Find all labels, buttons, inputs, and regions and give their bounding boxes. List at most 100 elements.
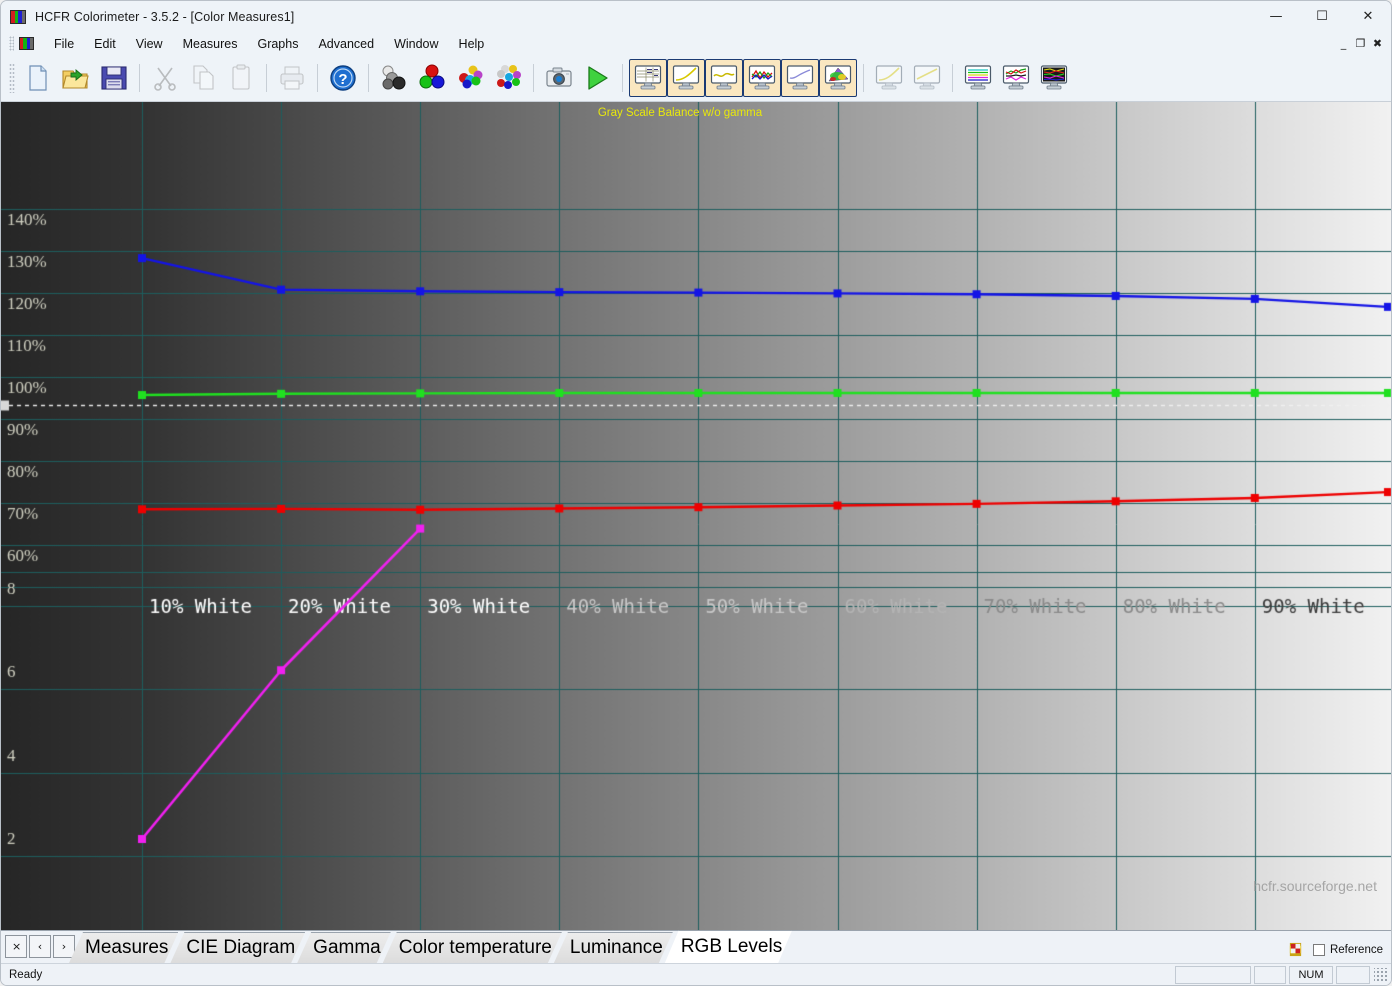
monitor-luminance-icon (786, 65, 814, 90)
toolbar-separator (533, 64, 534, 92)
primaries-measure-button[interactable] (413, 59, 451, 97)
mdi-minimize-button[interactable]: _ (1336, 34, 1351, 54)
tab-label: Measures (85, 937, 169, 958)
help-question-icon: ? (330, 65, 356, 91)
view-gamma-button[interactable] (667, 59, 705, 97)
maximize-button[interactable]: ☐ (1299, 1, 1345, 32)
view-measures-button[interactable] (629, 59, 667, 97)
cut-button (146, 59, 184, 97)
tab-navigation: × ‹ › (5, 933, 77, 960)
graph-luminance-button[interactable] (908, 59, 946, 97)
menu-item-advanced[interactable]: Advanced (308, 35, 384, 53)
continuous-measure-button[interactable] (578, 59, 616, 97)
resize-grip[interactable] (1374, 967, 1388, 982)
tab-label: CIE Diagram (186, 937, 296, 958)
status-pane-2 (1254, 965, 1286, 984)
new-document-icon (29, 65, 47, 91)
menu-item-edit[interactable]: Edit (84, 35, 126, 53)
new-document-button[interactable] (19, 59, 57, 97)
menu-item-measures[interactable]: Measures (173, 35, 248, 53)
tab-prev-button[interactable]: ‹ (29, 935, 51, 958)
menu-grip-handle[interactable] (9, 36, 14, 51)
grayscale-spheres-icon (382, 65, 406, 90)
svg-text:?: ? (338, 71, 347, 88)
toolbar-separator (863, 64, 864, 92)
window-controls: — ☐ ✕ (1253, 1, 1391, 32)
monitor-yellow-curve-icon (875, 65, 903, 90)
copy-button (184, 59, 222, 97)
tab-label: Luminance (569, 937, 663, 958)
monitor-rgb-dense-icon (1040, 65, 1068, 90)
tab-label: RGB Levels (680, 936, 783, 957)
reference-checkbox-box[interactable] (1312, 943, 1325, 956)
view-color-temp-button[interactable] (705, 59, 743, 97)
menu-item-file[interactable]: File (44, 35, 84, 53)
tab-cie-diagram[interactable]: CIE Diagram (170, 932, 305, 963)
menu-item-help[interactable]: Help (449, 35, 495, 53)
menu-bar: File Edit View Measures Graphs Advanced … (1, 32, 1391, 55)
menu-item-view[interactable]: View (126, 35, 173, 53)
saturation-measure-button[interactable] (451, 59, 489, 97)
mdi-restore-button[interactable]: ❐ (1353, 34, 1368, 54)
tab-list: Measures CIE Diagram Gamma Color temperatur… (77, 930, 792, 963)
application-window: HCFR Colorimeter - 3.5.2 - [Color Measur… (0, 0, 1392, 986)
play-triangle-icon (588, 66, 608, 90)
toolbar-grip-handle[interactable] (9, 63, 15, 93)
mdi-child-controls: _ ❐ ✖ (1336, 34, 1391, 54)
status-message: Ready (9, 968, 43, 981)
close-button[interactable]: ✕ (1345, 1, 1391, 32)
spain-flag-icon (1289, 942, 1302, 957)
reference-checkbox[interactable]: Reference (1312, 943, 1383, 956)
saturation-spheres-icon (459, 65, 483, 89)
main-toolbar: ? (1, 55, 1391, 102)
toolbar-separator (622, 64, 623, 92)
monitor-yellow-line-icon (913, 65, 941, 90)
menu-item-graphs[interactable]: Graphs (247, 35, 308, 53)
paste-button (222, 59, 260, 97)
tab-next-button[interactable]: › (53, 935, 75, 958)
status-pane-4 (1336, 965, 1370, 984)
tab-gamma[interactable]: Gamma (297, 932, 391, 963)
monitor-curve-icon (672, 65, 700, 90)
title-bar: HCFR Colorimeter - 3.5.2 - [Color Measur… (1, 1, 1391, 32)
full-measure-button[interactable] (489, 59, 527, 97)
save-file-button[interactable] (95, 59, 133, 97)
tab-luminance[interactable]: Luminance (554, 932, 673, 963)
color-ring-spheres-icon (497, 65, 521, 89)
status-pane-1 (1175, 965, 1251, 984)
chart-area: Gray Scale Balance w/o gamma hcfr.source… (1, 102, 1391, 930)
graph-rgb-noisy-button[interactable] (997, 59, 1035, 97)
mdi-close-button[interactable]: ✖ (1370, 34, 1385, 54)
monitor-rgb-lines-icon (748, 65, 776, 90)
view-luminance-button[interactable] (781, 59, 819, 97)
tab-rgb-levels[interactable]: RGB Levels (665, 930, 792, 963)
open-file-button[interactable] (57, 59, 95, 97)
help-button[interactable]: ? (324, 59, 362, 97)
graph-rgb-dense-button[interactable] (1035, 59, 1073, 97)
rgb-levels-chart[interactable] (1, 102, 1391, 930)
status-panes: NUM (1172, 965, 1391, 984)
toolbar-separator (317, 64, 318, 92)
view-rgb-levels-button[interactable] (743, 59, 781, 97)
tab-label: Gamma (313, 937, 381, 958)
clipboard-icon (232, 64, 250, 90)
grayscale-measure-button[interactable] (375, 59, 413, 97)
minimize-button[interactable]: — (1253, 1, 1299, 32)
tab-close-button[interactable]: × (5, 935, 27, 958)
tab-bar: × ‹ › Measures CIE Diagram Gamma Color temp… (1, 930, 1391, 963)
tab-measures[interactable]: Measures (69, 932, 178, 963)
monitor-table-icon (634, 65, 662, 90)
printer-icon (280, 66, 304, 90)
menu-app-icon (19, 37, 34, 50)
single-measure-button[interactable] (540, 59, 578, 97)
toolbar-separator (952, 64, 953, 92)
graph-gamma-button[interactable] (870, 59, 908, 97)
menu-item-window[interactable]: Window (384, 35, 448, 53)
view-cie-diagram-button[interactable] (819, 59, 857, 97)
floppy-disk-icon (101, 66, 127, 90)
monitor-rgb-noisy-icon (1002, 65, 1030, 90)
tab-color-temperature[interactable]: Color temperature (383, 932, 562, 963)
graph-rgb-flat-button[interactable] (959, 59, 997, 97)
status-pane-numlock: NUM (1289, 965, 1333, 984)
toolbar-separator (368, 64, 369, 92)
